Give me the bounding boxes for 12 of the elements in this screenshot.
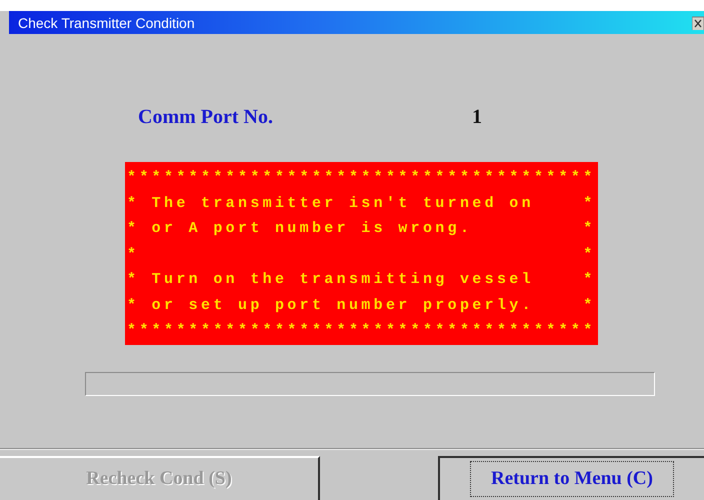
field-value: 1: [472, 106, 482, 129]
error-message-line: * or A port number is wrong. *: [127, 219, 597, 239]
close-icon[interactable]: [692, 16, 704, 30]
error-message-line: **************************************: [127, 321, 597, 341]
field-label: Comm Port No.: [138, 106, 274, 129]
error-message-line: * or set up port number properly. *: [127, 296, 597, 316]
error-message-line: * The transmitter isn't turned on *: [127, 194, 597, 214]
window-title: Check Transmitter Condition: [18, 14, 195, 30]
return-button[interactable]: Return to Menu (C): [438, 456, 704, 500]
error-message-line: **************************************: [127, 168, 597, 188]
error-message-line: * Turn on the transmitting vessel *: [127, 270, 597, 290]
error-message-line: * *: [127, 244, 597, 264]
